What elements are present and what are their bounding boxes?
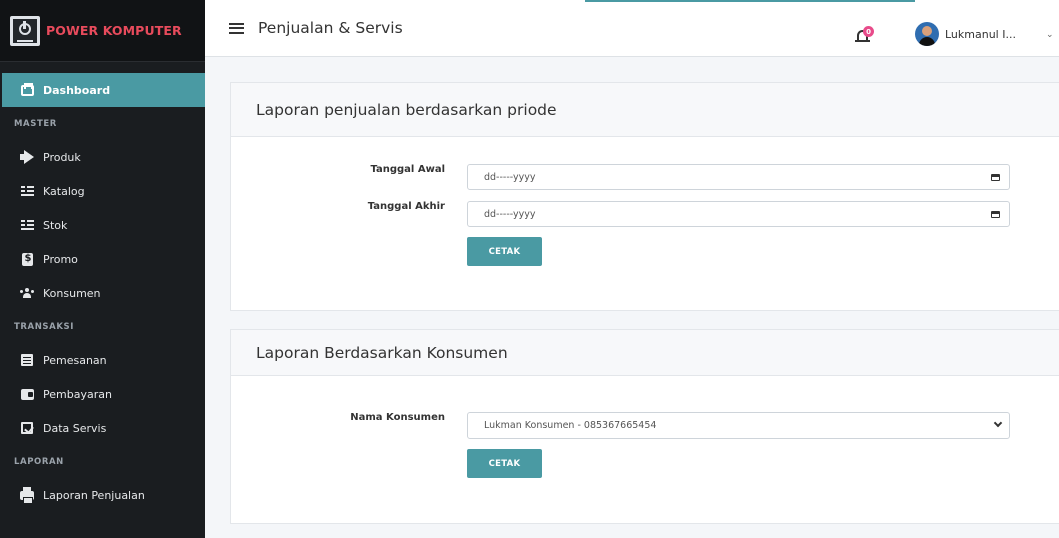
document-icon: [20, 353, 34, 367]
sidebar-item-laporan-penjualan[interactable]: Laporan Penjualan: [0, 478, 205, 512]
customer-report-card: Laporan Berdasarkan Konsumen Nama Konsum…: [230, 329, 1059, 524]
sidebar-item-label: Stok: [43, 218, 68, 232]
printer-icon: [20, 486, 34, 504]
user-name[interactable]: Lukmanul I...: [945, 28, 1016, 41]
chevron-down-icon[interactable]: ⌄: [1046, 30, 1054, 40]
topbar: Penjualan & Servis 0 Lukmanul I... ⌄: [205, 0, 1059, 57]
sidebar-item-label: Data Servis: [43, 421, 107, 435]
menu-icon[interactable]: [229, 22, 244, 34]
sidebar-item-label: Konsumen: [43, 286, 101, 300]
customer-select[interactable]: Lukman Konsumen - 085367665454: [467, 412, 1010, 439]
sidebar-item-label: Dashboard: [43, 83, 111, 97]
end-date-value: dd-----yyyy: [484, 208, 536, 220]
brand[interactable]: POWER KOMPUTER: [0, 0, 205, 62]
section-master: MASTER: [14, 118, 57, 129]
notification-badge: 0: [863, 26, 874, 37]
section-laporan: LAPORAN: [14, 456, 64, 467]
sidebar-item-label: Pemesanan: [43, 353, 107, 367]
period-report-title: Laporan penjualan berdasarkan priode: [231, 83, 1059, 137]
sidebar-nav: Dashboard MASTER Produk Katalog Stok Pro…: [0, 62, 205, 512]
calendar-icon[interactable]: [991, 211, 1000, 218]
sidebar-item-pemesanan[interactable]: Pemesanan: [0, 343, 205, 377]
dashboard-icon: [20, 83, 34, 97]
period-report-card: Laporan penjualan berdasarkan priode Tan…: [230, 82, 1059, 311]
customer-report-title: Laporan Berdasarkan Konsumen: [231, 330, 1059, 376]
checkbox-icon: [20, 421, 34, 435]
sidebar-item-konsumen[interactable]: Konsumen: [0, 276, 205, 310]
sidebar-item-label: Laporan Penjualan: [43, 488, 145, 502]
sidebar-item-label: Produk: [43, 150, 81, 164]
topbar-accent-line: [585, 0, 915, 2]
list-icon: [20, 184, 34, 198]
sidebar-item-pembayaran[interactable]: Pembayaran: [0, 377, 205, 411]
section-transaksi: TRANSAKSI: [14, 321, 75, 332]
bell-icon[interactable]: 0: [855, 26, 874, 46]
start-date-label: Tanggal Awal: [370, 164, 445, 175]
sidebar-item-produk[interactable]: Produk: [0, 140, 205, 174]
start-date-value: dd-----yyyy: [484, 171, 536, 183]
calendar-icon[interactable]: [991, 174, 1000, 181]
sidebar-item-promo[interactable]: Promo: [0, 242, 205, 276]
wallet-icon: [20, 387, 34, 401]
sidebar-item-katalog[interactable]: Katalog: [0, 174, 205, 208]
customer-select-value: Lukman Konsumen - 085367665454: [484, 420, 657, 431]
print-period-button[interactable]: CETAK: [467, 237, 542, 266]
users-icon: [20, 286, 34, 300]
start-date-input[interactable]: dd-----yyyy: [467, 164, 1010, 190]
money-icon: [20, 252, 34, 266]
chevron-down-icon[interactable]: [993, 418, 1003, 428]
end-date-input[interactable]: dd-----yyyy: [467, 201, 1010, 227]
sidebar-item-stok[interactable]: Stok: [0, 208, 205, 242]
brand-name: POWER KOMPUTER: [46, 23, 182, 38]
page-title: Penjualan & Servis: [258, 19, 403, 37]
sidebar-item-data-servis[interactable]: Data Servis: [0, 411, 205, 445]
sidebar-item-label: Katalog: [43, 184, 85, 198]
sidebar: POWER KOMPUTER Dashboard MASTER Produk K…: [0, 0, 205, 538]
print-customer-button[interactable]: CETAK: [467, 449, 542, 478]
sidebar-item-label: Promo: [43, 252, 78, 266]
power-icon: [10, 15, 40, 46]
customer-label: Nama Konsumen: [350, 412, 445, 423]
sidebar-item-label: Pembayaran: [43, 387, 112, 401]
avatar[interactable]: [915, 22, 939, 46]
sidebar-item-dashboard[interactable]: Dashboard: [2, 73, 205, 107]
arrow-right-icon: [20, 150, 34, 164]
list-icon: [20, 218, 34, 232]
end-date-label: Tanggal Akhir: [367, 201, 445, 212]
